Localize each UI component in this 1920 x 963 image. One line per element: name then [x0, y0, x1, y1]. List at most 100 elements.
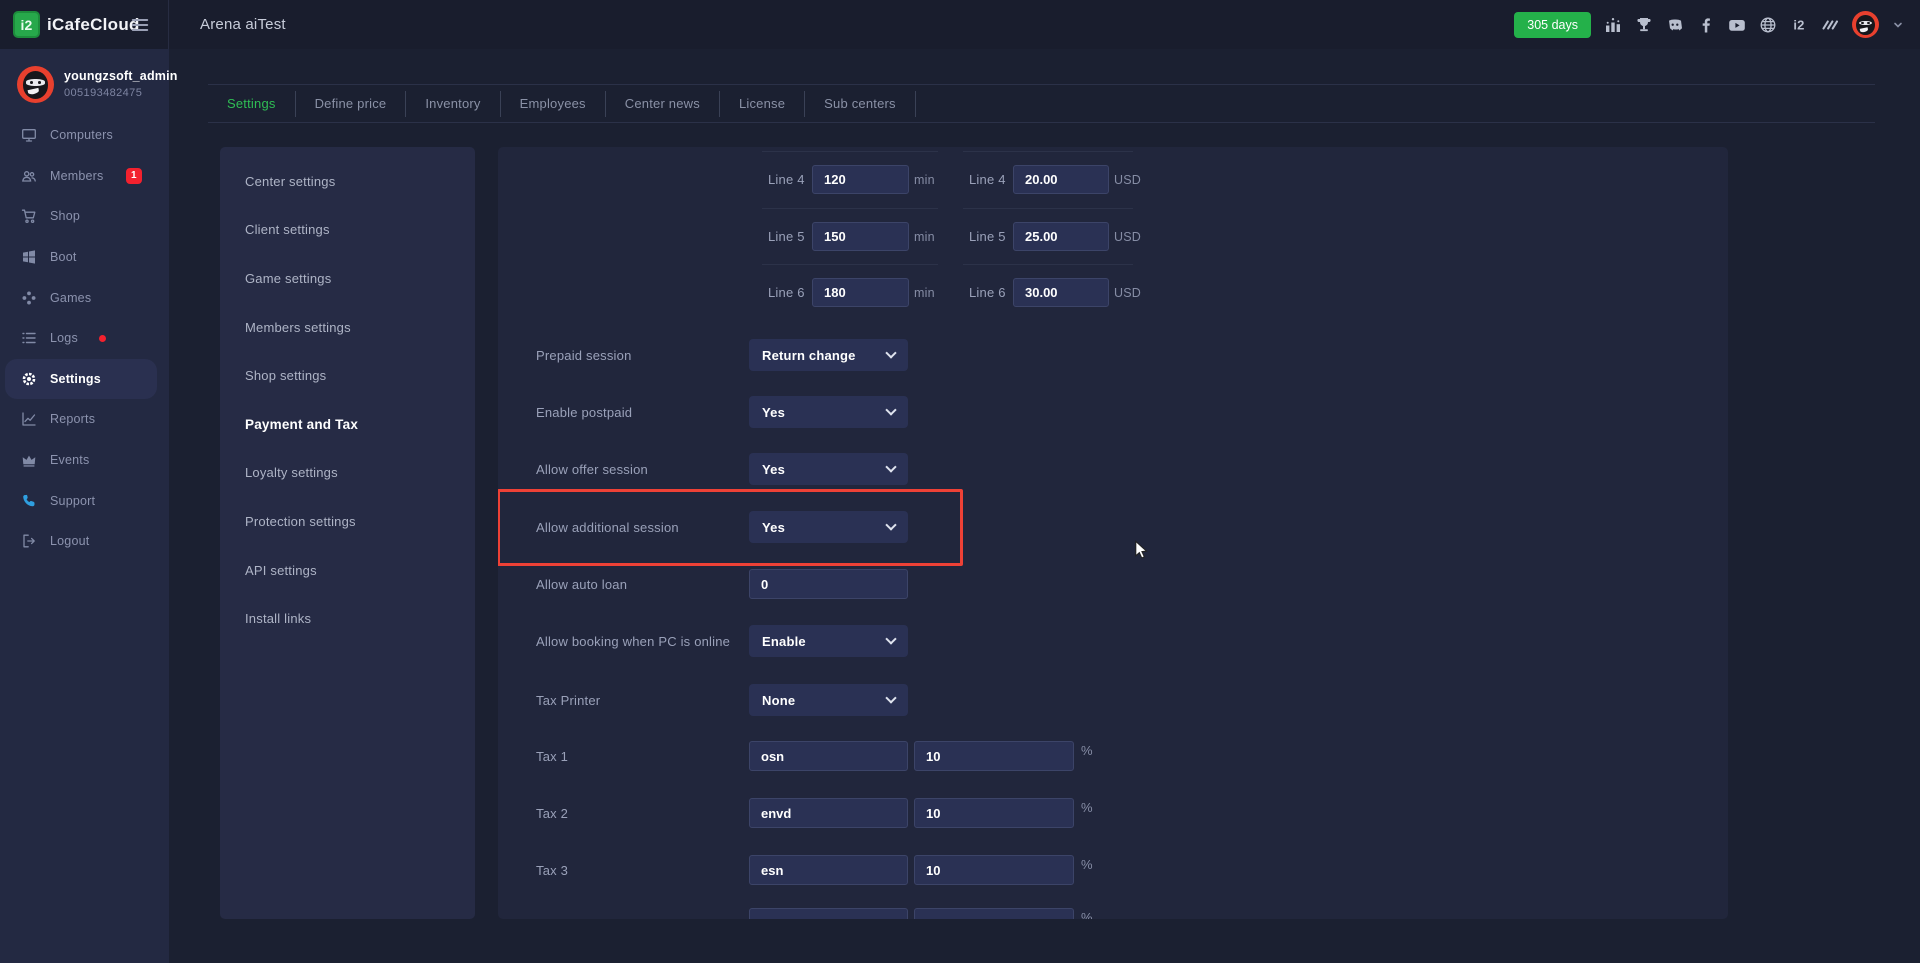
- reports-icon: [21, 411, 37, 427]
- support-icon: [21, 493, 37, 509]
- tax-row: Tax 1 %: [536, 741, 1093, 771]
- tab[interactable]: Settings: [208, 91, 296, 117]
- line-price-input[interactable]: [1013, 278, 1109, 307]
- youtube-icon[interactable]: [1728, 16, 1746, 34]
- tab[interactable]: Define price: [296, 91, 407, 117]
- tab[interactable]: Inventory: [406, 91, 500, 117]
- sidebar-item-label: Logout: [50, 534, 89, 548]
- ranking-icon[interactable]: [1604, 16, 1622, 34]
- settings-menu-item[interactable]: Protection settings: [220, 497, 475, 546]
- settings-icon: [21, 371, 37, 387]
- line-minutes-input[interactable]: [812, 278, 909, 307]
- settings-menu-item[interactable]: Install links: [220, 594, 475, 643]
- field-label: Tax 2: [536, 806, 749, 821]
- select-value: Yes: [762, 520, 785, 535]
- chevron-down-icon: [885, 461, 896, 472]
- sidebar-item[interactable]: Shop: [0, 196, 169, 237]
- field-label: Allow offer session: [536, 462, 749, 477]
- line-price-input[interactable]: [1013, 165, 1109, 194]
- hamburger-menu-icon[interactable]: [130, 15, 150, 35]
- page-title: Arena aiTest: [200, 16, 286, 33]
- settings-menu-item[interactable]: Client settings: [220, 206, 475, 255]
- sidebar-item-label: Settings: [50, 372, 101, 386]
- settings-menu-item[interactable]: Game settings: [220, 254, 475, 303]
- settings-menu-item[interactable]: API settings: [220, 546, 475, 595]
- tab[interactable]: Sub centers: [805, 91, 916, 117]
- line-minutes-input[interactable]: [812, 165, 909, 194]
- settings-menu-item[interactable]: Payment and Tax: [220, 400, 475, 449]
- tax-percent-input[interactable]: [914, 855, 1074, 885]
- icafe-icon[interactable]: i2: [1790, 16, 1808, 34]
- allow-auto-loan-input[interactable]: [749, 569, 908, 599]
- trophy-icon[interactable]: [1635, 16, 1653, 34]
- logs-icon: [21, 330, 37, 346]
- allow-offer-session-select[interactable]: Yes: [749, 453, 908, 485]
- user-avatar[interactable]: [1852, 11, 1879, 38]
- globe-icon[interactable]: [1759, 16, 1777, 34]
- username: youngzsoft_admin: [64, 69, 178, 83]
- sidebar-item[interactable]: Boot: [0, 237, 169, 278]
- tax-printer-select[interactable]: None: [749, 684, 908, 716]
- boot-icon: [21, 249, 37, 265]
- percent-unit: %: [1081, 857, 1093, 872]
- enable-postpaid-select[interactable]: Yes: [749, 396, 908, 428]
- sidebar-item[interactable]: Computers: [0, 115, 169, 156]
- settings-menu-item[interactable]: Members settings: [220, 303, 475, 352]
- chevron-down-icon[interactable]: [1892, 19, 1904, 31]
- tax-name-input[interactable]: [749, 741, 908, 771]
- sidebar-item[interactable]: Members 1: [0, 156, 169, 197]
- sidebar-item-label: Games: [50, 291, 91, 305]
- logout-icon: [21, 533, 37, 549]
- percent-unit: %: [1081, 743, 1093, 758]
- tab[interactable]: Employees: [501, 91, 606, 117]
- sidebar-item[interactable]: Support: [0, 480, 169, 521]
- computers-icon: [21, 127, 37, 143]
- clipped-tax-row: %: [536, 908, 1093, 919]
- allow-booking-select[interactable]: Enable: [749, 625, 908, 657]
- sidebar-item-label: Logs: [50, 331, 78, 345]
- settings-menu-item[interactable]: Center settings: [220, 157, 475, 206]
- sidebar-item[interactable]: Settings: [5, 359, 157, 400]
- discord-icon[interactable]: [1666, 16, 1684, 34]
- tax-name-input[interactable]: [749, 798, 908, 828]
- tax-name-input[interactable]: [749, 855, 908, 885]
- sidebar-item-label: Shop: [50, 209, 80, 223]
- tabs-bottom-rule: [208, 122, 1875, 123]
- facebook-icon[interactable]: [1697, 16, 1715, 34]
- field-label: Tax Printer: [536, 693, 749, 708]
- settings-menu-item[interactable]: Shop settings: [220, 351, 475, 400]
- header-divider: [168, 0, 169, 49]
- user-block: youngzsoft_admin 005193482475: [0, 49, 169, 103]
- sidebar-item[interactable]: Events: [0, 440, 169, 481]
- select-value: Return change: [762, 348, 856, 363]
- sidebar-item[interactable]: Logs: [0, 318, 169, 359]
- prepaid-session-select[interactable]: Return change: [749, 339, 908, 371]
- settings-menu-panel: Center settings Client settings Game set…: [220, 147, 475, 919]
- settings-menu-item[interactable]: Loyalty settings: [220, 449, 475, 498]
- tax-percent-input[interactable]: [914, 798, 1074, 828]
- chevron-down-icon: [885, 692, 896, 703]
- tab[interactable]: License: [720, 91, 805, 117]
- sidebar-item[interactable]: Games: [0, 277, 169, 318]
- partners-icon[interactable]: [1821, 16, 1839, 34]
- sidebar-item-label: Support: [50, 494, 95, 508]
- allow-additional-session-select[interactable]: Yes: [749, 511, 908, 543]
- percent-unit: %: [1081, 800, 1093, 815]
- form-row-highlighted: Allow additional session Yes: [536, 511, 908, 543]
- line-row: Line 4 min Line 4 USD: [762, 151, 1133, 207]
- line-price-input[interactable]: [1013, 222, 1109, 251]
- tax-percent-input[interactable]: [914, 908, 1074, 919]
- members-icon: [21, 168, 37, 184]
- license-days-button[interactable]: 305 days: [1514, 12, 1591, 38]
- line-label: Line 6: [969, 285, 1013, 300]
- tax-name-input[interactable]: [749, 908, 908, 919]
- currency-unit: USD: [1114, 286, 1141, 300]
- sidebar-item[interactable]: Logout: [0, 521, 169, 562]
- sidebar-item[interactable]: Reports: [0, 399, 169, 440]
- tab[interactable]: Center news: [606, 91, 720, 117]
- tax-percent-input[interactable]: [914, 741, 1074, 771]
- line-label: Line 4: [768, 172, 812, 187]
- sidebar-item-label: Members: [50, 169, 104, 183]
- field-label: Tax 3: [536, 863, 749, 878]
- line-minutes-input[interactable]: [812, 222, 909, 251]
